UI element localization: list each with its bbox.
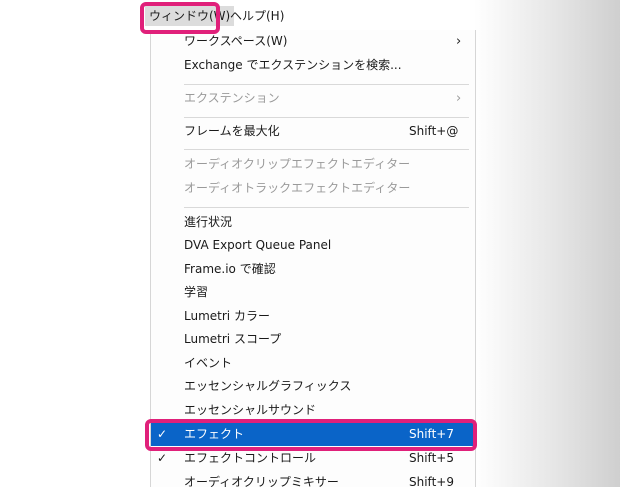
menu-item-label: Frame.io で確認 xyxy=(184,262,276,276)
shortcut-label: Shift+@ xyxy=(409,124,459,138)
menu-item-label: イベント xyxy=(184,356,233,370)
menu-window[interactable]: ウィンドウ(W) xyxy=(145,6,235,26)
checkmark-icon: ✓ xyxy=(156,427,168,441)
menu-separator xyxy=(184,84,469,85)
menu-item-lumetri-color[interactable]: Lumetri カラー xyxy=(151,305,475,328)
menu-item-label: 学習 xyxy=(184,285,209,299)
submenu-arrow-icon: › xyxy=(456,34,462,49)
menu-item-label: エクステンション xyxy=(184,91,280,105)
menu-item-exchange[interactable]: Exchange でエクステンションを検索... xyxy=(151,54,475,77)
menu-item-maximize-frame[interactable]: フレームを最大化 Shift+@ xyxy=(151,120,475,143)
menu-item-label: Exchange でエクステンションを検索... xyxy=(184,58,402,72)
shortcut-label: Shift+5 xyxy=(409,451,454,465)
menu-item-extensions: エクステンション › xyxy=(151,87,475,110)
menu-item-audio-clip-effect-editor: オーディオクリップエフェクトエディター xyxy=(151,153,475,176)
menu-item-label: エッセンシャルグラフィックス xyxy=(184,379,352,393)
menu-item-label: オーディオクリップエフェクトエディター xyxy=(184,157,411,171)
menu-item-progress[interactable]: 進行状況 xyxy=(151,211,475,234)
menu-item-label: エフェクト xyxy=(184,427,245,441)
menu-item-label: エフェクトコントロール xyxy=(184,451,317,465)
menu-item-events[interactable]: イベント xyxy=(151,352,475,375)
menu-item-audio-clip-mixer[interactable]: オーディオクリップミキサー Shift+9 xyxy=(151,471,475,494)
menu-item-dva-export[interactable]: DVA Export Queue Panel xyxy=(151,234,475,257)
menu-item-audio-track-effect-editor: オーディオトラックエフェクトエディター xyxy=(151,177,475,200)
shortcut-label: Shift+9 xyxy=(409,475,454,489)
menu-separator xyxy=(184,117,469,118)
menu-item-label: Lumetri カラー xyxy=(184,309,270,323)
menu-item-label: DVA Export Queue Panel xyxy=(184,238,332,252)
background-gradient xyxy=(474,0,620,487)
checkmark-icon: ✓ xyxy=(156,451,168,465)
menu-item-label: フレームを最大化 xyxy=(184,124,280,138)
menu-item-effects[interactable]: ✓ エフェクト Shift+7 xyxy=(151,423,475,446)
window-menu-dropdown: ワークスペース(W) › Exchange でエクステンションを検索... エク… xyxy=(150,30,476,489)
menu-item-effect-controls[interactable]: ✓ エフェクトコントロール Shift+5 xyxy=(151,447,475,470)
menu-separator xyxy=(184,149,469,150)
menu-item-label: オーディオトラックエフェクトエディター xyxy=(184,181,411,195)
menu-item-essential-sound[interactable]: エッセンシャルサウンド xyxy=(151,399,475,422)
menu-separator xyxy=(184,207,469,208)
submenu-arrow-icon: › xyxy=(456,91,462,106)
menu-item-label: Lumetri スコープ xyxy=(184,332,282,346)
menu-item-label: 進行状況 xyxy=(184,215,233,229)
menu-item-label: オーディオクリップミキサー xyxy=(184,475,339,489)
menu-item-label: ワークスペース(W) xyxy=(184,34,288,48)
menu-item-label: エッセンシャルサウンド xyxy=(184,403,317,417)
menu-item-frameio[interactable]: Frame.io で確認 xyxy=(151,258,475,281)
menu-bar: ウィンドウ(W) ヘルプ(H) xyxy=(0,0,474,30)
menu-item-lumetri-scopes[interactable]: Lumetri スコープ xyxy=(151,328,475,351)
shortcut-label: Shift+7 xyxy=(409,427,454,441)
menu-item-essential-graphics[interactable]: エッセンシャルグラフィックス xyxy=(151,375,475,398)
menu-item-workspace[interactable]: ワークスペース(W) › xyxy=(151,30,475,53)
menu-help[interactable]: ヘルプ(H) xyxy=(226,6,288,26)
menu-item-learn[interactable]: 学習 xyxy=(151,281,475,304)
